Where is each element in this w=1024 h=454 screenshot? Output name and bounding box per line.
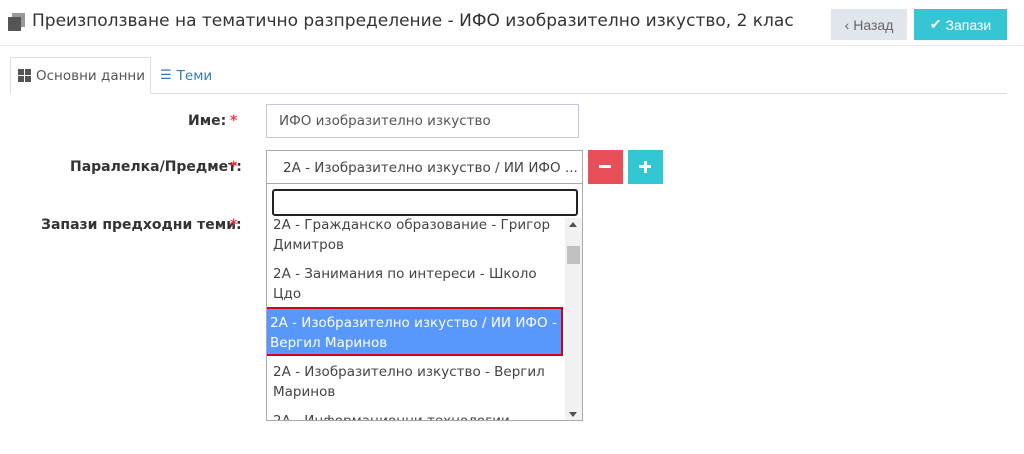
scrollbar-thumb[interactable] (567, 246, 580, 264)
grid-icon (18, 69, 31, 82)
minus-icon (599, 165, 611, 168)
back-button[interactable]: ‹ Назад (831, 9, 907, 40)
tab-bar: Основни данни ☰ Теми (10, 57, 1007, 94)
save-button-label: Запази (945, 16, 992, 33)
dropdown-option-highlighted[interactable]: 2А - Изобразително изкуство / ИИ ИФО - В… (267, 307, 563, 356)
add-button[interactable] (628, 150, 663, 184)
scroll-up-icon[interactable] (569, 222, 577, 227)
tab-basic-data-label: Основни данни (36, 67, 146, 84)
tab-topics-label: Теми (176, 67, 213, 84)
dropdown-scrollbar[interactable] (565, 218, 582, 420)
page-title: Преизползване на тематично разпределение… (32, 11, 794, 31)
dropdown-option[interactable]: 2А - Гражданско образование - Григор Дим… (267, 218, 565, 258)
copy-icon (8, 13, 26, 31)
class-subject-label: Паралелка/Предмет: (70, 159, 242, 175)
required-mark: * (230, 113, 238, 129)
class-subject-select[interactable]: 2А - Изобразително изкуство / ИИ ИФО ... (266, 150, 583, 184)
required-mark: * (230, 217, 238, 233)
list-icon: ☰ (160, 68, 172, 83)
remove-button[interactable] (588, 150, 623, 184)
name-label: Име: (188, 113, 227, 129)
name-input[interactable]: ИФО изобразително изкуство (266, 104, 579, 138)
dropdown-search-input[interactable] (272, 189, 578, 216)
check-icon: ✔ (929, 16, 942, 32)
dropdown-option[interactable]: 2А - Информационни технологии - Ганчо Пе… (267, 405, 565, 420)
save-previous-label: Запази предходни теми: (41, 217, 242, 233)
tab-basic-data[interactable]: Основни данни (10, 57, 151, 94)
dropdown-options-list: 2А - Гражданско образование - Григор Дим… (267, 218, 565, 420)
page-header: Преизползване на тематично разпределение… (0, 0, 1024, 46)
dropdown-option[interactable]: 2А - Занимания по интереси - Школо Цдо (267, 258, 565, 307)
tab-topics[interactable]: ☰ Теми (160, 57, 212, 94)
chevron-left-icon: ‹ (844, 16, 850, 33)
save-button[interactable]: ✔ Запази (914, 9, 1007, 40)
scroll-down-icon[interactable] (569, 412, 577, 417)
required-mark: * (230, 159, 238, 175)
back-button-label: Назад (853, 16, 894, 33)
class-subject-dropdown: 2А - Гражданско образование - Григор Дим… (266, 183, 583, 421)
dropdown-option[interactable]: 2А - Изобразително изкуство - Вергил Мар… (267, 356, 565, 405)
